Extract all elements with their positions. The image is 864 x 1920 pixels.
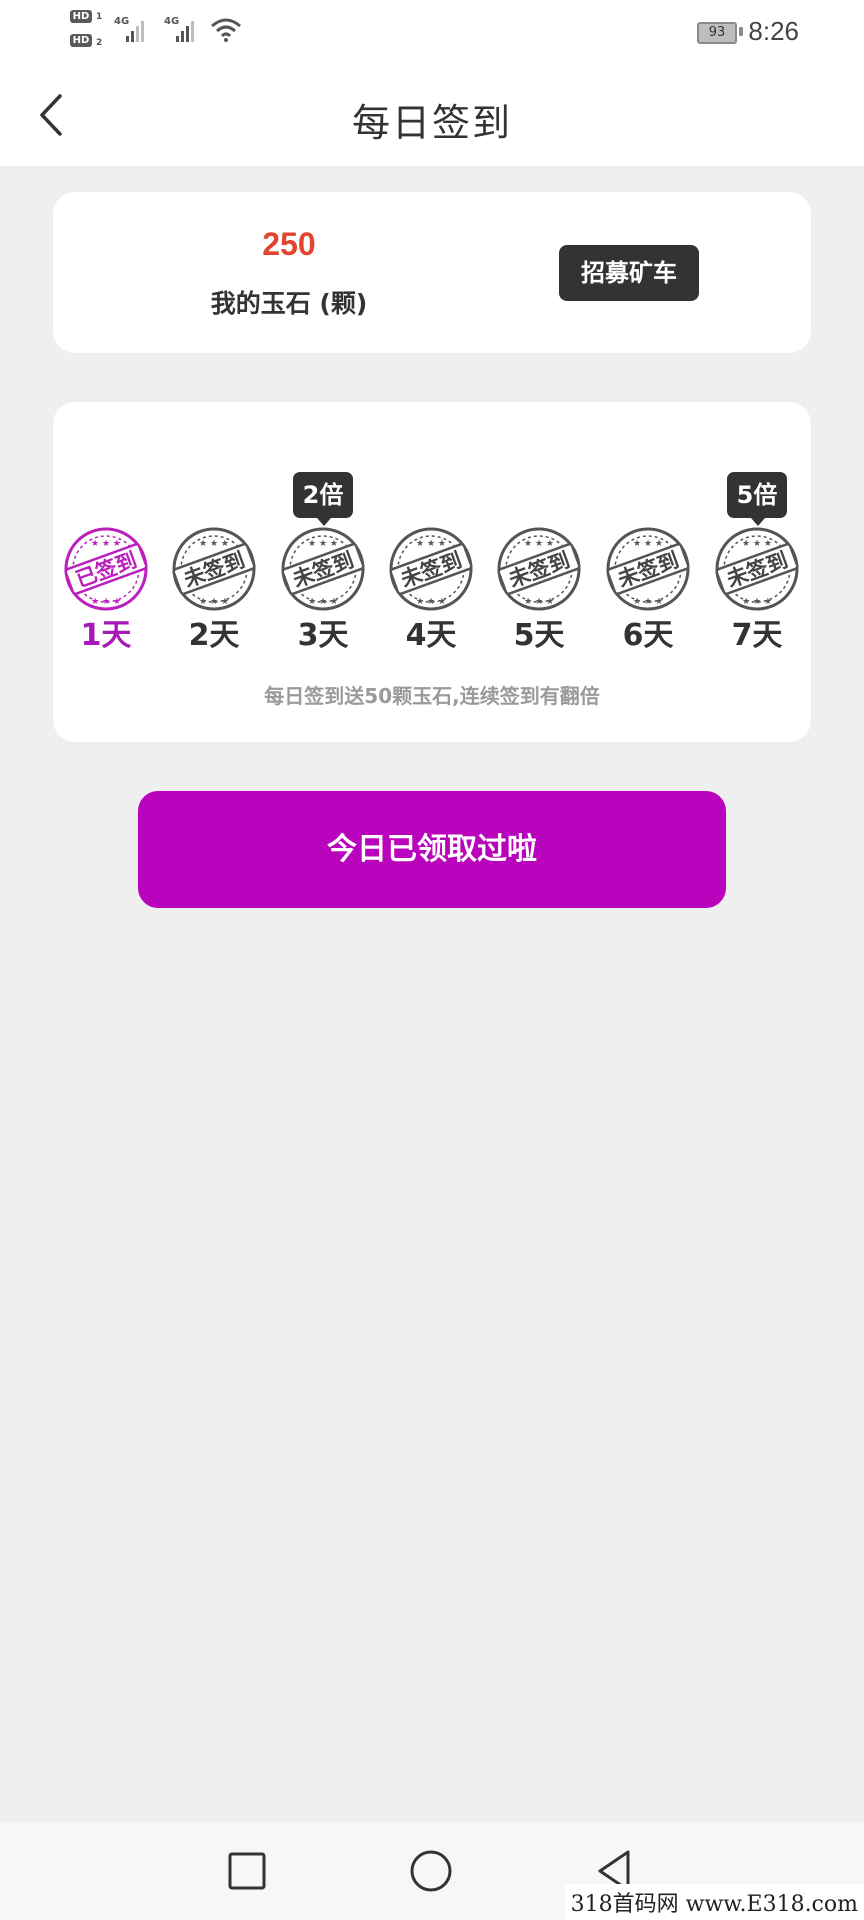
recent-apps-icon[interactable] xyxy=(224,1848,270,1894)
signin-day-7: 5倍 未签到 ★ ★ ★ ★ ★ ★ 7天 xyxy=(703,402,811,662)
page-title: 每日签到 xyxy=(351,101,512,145)
signin-card: 已签到 ★ ★ ★ ★ ★ ★ 1天 未签到 ★ ★ ★ ★ ★ ★ 2天 2倍 未签到 ★ ★ ★… xyxy=(53,402,811,742)
hd1-sub: 1 xyxy=(96,12,103,22)
recruit-mine-cart-button[interactable]: 招募矿车 xyxy=(559,245,699,301)
signin-note: 每日签到送50颗玉石,连续签到有翻倍 xyxy=(264,684,600,708)
signin-day-4: 未签到 ★ ★ ★ ★ ★ ★ 4天 xyxy=(377,402,485,662)
status-bar: HD 1 HD 2 4G 4G 93 8:26 xyxy=(0,0,864,62)
header: 每日签到 xyxy=(0,62,864,166)
svg-text:★ ★ ★: ★ ★ ★ xyxy=(633,539,663,549)
claim-button[interactable]: 今日已领取过啦 xyxy=(138,791,726,908)
unsigned-stamp-icon: 未签到★ ★ ★★ ★ ★ xyxy=(389,527,473,611)
unsigned-stamp-icon: 未签到★ ★ ★★ ★ ★ xyxy=(606,527,690,611)
unsigned-stamp-icon: 未签到★ ★ ★★ ★ ★ xyxy=(497,527,581,611)
day-label: 5天 xyxy=(513,618,565,653)
signin-days-row: 已签到 ★ ★ ★ ★ ★ ★ 1天 未签到 ★ ★ ★ ★ ★ ★ 2天 2倍 未签到 ★ ★ ★… xyxy=(53,402,811,662)
day-label: 4天 xyxy=(405,618,457,653)
home-icon[interactable] xyxy=(408,1848,454,1894)
navigation-bar: 318首码网 www.E318.com xyxy=(0,1822,864,1920)
battery-tip xyxy=(739,27,743,36)
multiplier-badge: 2倍 xyxy=(293,472,353,526)
signin-day-1: 已签到 ★ ★ ★ ★ ★ ★ 1天 xyxy=(52,402,160,662)
signin-day-5: 未签到 ★ ★ ★ ★ ★ ★ 5天 xyxy=(485,402,593,662)
unsigned-stamp-icon: 未签到★ ★ ★★ ★ ★ xyxy=(281,527,365,611)
svg-text:★ ★ ★: ★ ★ ★ xyxy=(308,597,338,607)
hd2-badge: HD xyxy=(70,34,92,47)
svg-text:★ ★ ★: ★ ★ ★ xyxy=(199,597,229,607)
unsigned-stamp-icon: 未签到★ ★ ★★ ★ ★ xyxy=(715,527,799,611)
page: HD 1 HD 2 4G 4G 93 8:26 每日签到 250 我的玉石 (颗… xyxy=(0,0,864,1920)
signin-day-3: 2倍 未签到 ★ ★ ★ ★ ★ ★ 3天 xyxy=(269,402,377,662)
svg-text:★ ★ ★: ★ ★ ★ xyxy=(633,597,663,607)
hd2-sub: 2 xyxy=(96,38,103,48)
svg-text:★ ★ ★: ★ ★ ★ xyxy=(91,597,121,607)
svg-text:★ ★ ★: ★ ★ ★ xyxy=(524,539,554,549)
signed-stamp-icon: 已签到★ ★ ★★ ★ ★ xyxy=(64,527,148,611)
svg-text:★ ★ ★: ★ ★ ★ xyxy=(742,597,772,607)
day-label: 6天 xyxy=(622,618,674,653)
watermark: 318首码网 www.E318.com xyxy=(564,1884,864,1920)
balance-value: 250 xyxy=(262,226,316,262)
svg-text:★ ★ ★: ★ ★ ★ xyxy=(416,597,446,607)
svg-text:★ ★ ★: ★ ★ ★ xyxy=(91,539,121,549)
balance-card: 250 我的玉石 (颗) 招募矿车 xyxy=(53,192,811,353)
day-label: 2天 xyxy=(188,618,240,653)
day-label: 7天 xyxy=(731,618,783,653)
day-label: 3天 xyxy=(297,618,349,653)
unsigned-stamp-icon: 未签到★ ★ ★★ ★ ★ xyxy=(172,527,256,611)
svg-text:★ ★ ★: ★ ★ ★ xyxy=(524,597,554,607)
svg-text:★ ★ ★: ★ ★ ★ xyxy=(742,539,772,549)
signin-day-2: 未签到 ★ ★ ★ ★ ★ ★ 2天 xyxy=(160,402,268,662)
battery-icon: 93 xyxy=(697,22,737,44)
wifi-icon xyxy=(211,18,241,42)
signin-day-6: 未签到 ★ ★ ★ ★ ★ ★ 6天 xyxy=(594,402,702,662)
svg-text:★ ★ ★: ★ ★ ★ xyxy=(199,539,229,549)
svg-text:★ ★ ★: ★ ★ ★ xyxy=(308,539,338,549)
day-label: 1天 xyxy=(80,618,132,653)
svg-text:★ ★ ★: ★ ★ ★ xyxy=(416,539,446,549)
hd1-badge: HD xyxy=(70,10,92,23)
balance-label: 我的玉石 (颗) xyxy=(210,289,368,318)
clock: 8:26 xyxy=(748,16,799,46)
multiplier-badge: 5倍 xyxy=(727,472,787,526)
